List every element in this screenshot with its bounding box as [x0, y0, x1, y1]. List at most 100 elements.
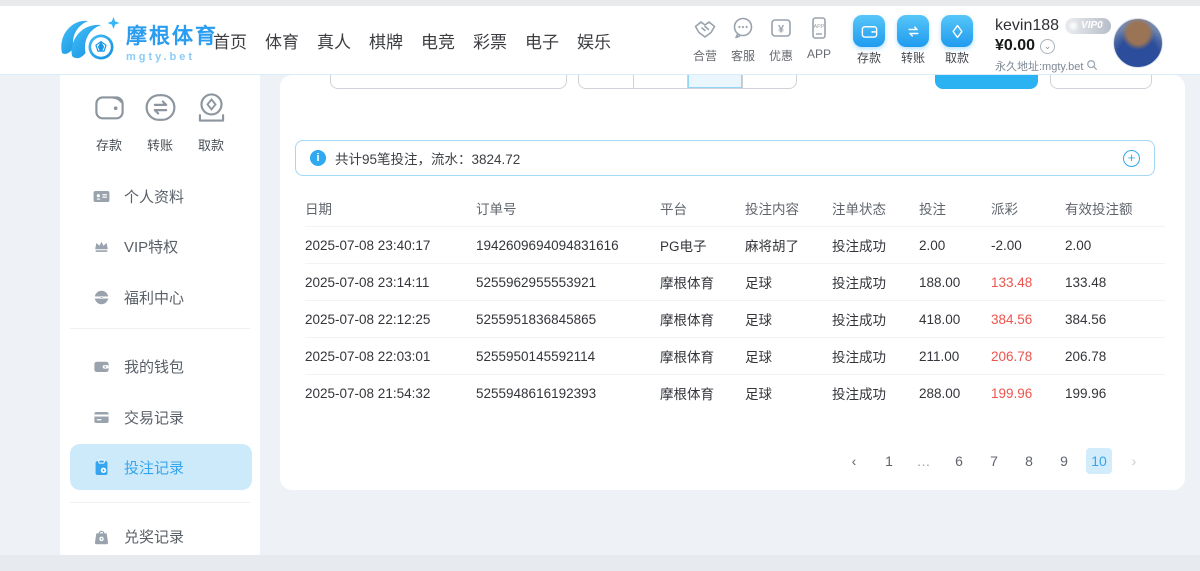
nav-item-home[interactable]: 首页 [213, 28, 247, 53]
sidebar-item-transactions[interactable]: 交易记录 [70, 395, 252, 439]
sidebar: 存款 转账 取款 个人资料 VIP特权 福利中心 [60, 75, 260, 571]
sidebar-item-wallet[interactable]: 我的钱包 [70, 344, 252, 388]
sidebar-item-welfare[interactable]: 福利中心 [70, 275, 252, 319]
header-secondary-actions: 合营 客服 ¥ 优惠 APP APP [688, 15, 836, 64]
sidebar-withdraw-button[interactable]: 取款 [188, 89, 234, 154]
pagination-page-7[interactable]: 7 [981, 448, 1007, 474]
transfer-icon [897, 15, 929, 47]
bet-records-panel: i 共计95笔投注，流水：3824.72 + 日期 订单号 平台 投注内容 注单… [280, 75, 1185, 490]
magnifier-icon[interactable] [1086, 59, 1098, 74]
cell-payout: -2.00 [991, 238, 1065, 253]
handshake-icon [692, 28, 718, 45]
promotions-button[interactable]: ¥ 优惠 [764, 15, 798, 64]
sidebar-item-label: 福利中心 [124, 287, 184, 308]
pagination-page-1[interactable]: 1 [876, 448, 902, 474]
partnership-button[interactable]: 合营 [688, 15, 722, 64]
table-row: 2025-07-08 22:03:01 5255950145592114 摩根体… [305, 337, 1165, 374]
user-avatar[interactable] [1113, 18, 1163, 68]
header: 摩根体育 mgty.bet 首页 体育 真人 棋牌 电竞 彩票 电子 娱乐 合营… [0, 6, 1200, 75]
brand-logo-icon [56, 13, 122, 70]
sidebar-item-label: 交易记录 [124, 407, 184, 428]
brand-name: 摩根体育 [126, 20, 218, 50]
sidebar-item-vip[interactable]: VIP特权 [70, 224, 252, 268]
pagination-prev[interactable]: ‹ [841, 448, 867, 474]
cell-date: 2025-07-08 22:12:25 [305, 312, 476, 327]
sidebar-item-profile[interactable]: 个人资料 [70, 174, 252, 218]
transfer-icon [142, 113, 179, 130]
nav-item-lottery[interactable]: 彩票 [473, 28, 507, 53]
table-row: 2025-07-08 21:54:32 5255948616192393 摩根体… [305, 374, 1165, 411]
col-bet-content: 投注内容 [745, 198, 832, 218]
date-shortcut-4[interactable] [742, 75, 797, 88]
reset-button[interactable] [1050, 75, 1152, 89]
nav-item-esports[interactable]: 电竞 [421, 28, 455, 53]
wallet-icon [853, 15, 885, 47]
id-card-icon [92, 187, 111, 206]
col-bet-amount: 投注 [919, 198, 991, 218]
sidebar-item-prize-records[interactable]: 兑奖记录 [70, 514, 252, 558]
cell-date: 2025-07-08 23:40:17 [305, 238, 476, 253]
pagination-page-10-active[interactable]: 10 [1086, 448, 1112, 474]
gift-bag-icon [92, 527, 111, 546]
customer-service-button[interactable]: 客服 [726, 15, 760, 64]
date-shortcut-3-selected[interactable] [687, 75, 742, 88]
brand-logo[interactable]: 摩根体育 mgty.bet [56, 13, 218, 70]
cell-bet-content: 足球 [745, 346, 832, 366]
date-range-input[interactable] [330, 75, 567, 89]
page-bottom-strip [0, 555, 1200, 571]
cell-valid-amount: 199.96 [1065, 386, 1165, 401]
cell-order-no: 5255948616192393 [476, 386, 660, 401]
permanent-address: 永久地址:mgty.bet [995, 58, 1083, 74]
app-download-button[interactable]: APP APP [802, 15, 836, 64]
pagination-page-9[interactable]: 9 [1051, 448, 1077, 474]
pagination-ellipsis[interactable]: … [911, 448, 937, 474]
cell-valid-amount: 206.78 [1065, 349, 1165, 364]
cell-order-no: 5255950145592114 [476, 349, 660, 364]
cell-valid-amount: 133.48 [1065, 275, 1165, 290]
sidebar-item-label: VIP特权 [124, 236, 178, 257]
summary-text: 共计95笔投注，流水：3824.72 [335, 148, 520, 168]
cell-bet-amount: 288.00 [919, 386, 991, 401]
balance-dropdown-icon[interactable]: ⌄ [1040, 39, 1055, 54]
date-shortcut-2[interactable] [633, 75, 688, 88]
sidebar-quick-actions: 存款 转账 取款 [60, 75, 260, 154]
sidebar-transfer-button[interactable]: 转账 [137, 89, 183, 154]
cell-status: 投注成功 [832, 309, 919, 329]
col-status: 注单状态 [832, 198, 919, 218]
page-top-strip [0, 0, 1200, 6]
header-primary-actions: 存款 转账 取款 [852, 15, 974, 66]
cell-valid-amount: 384.56 [1065, 312, 1165, 327]
nav-item-slots[interactable]: 电子 [525, 28, 559, 53]
svg-text:APP: APP [813, 24, 824, 30]
col-payout: 派彩 [991, 198, 1065, 218]
vip-badge[interactable]: VIP0 [1065, 18, 1111, 34]
search-button[interactable] [935, 75, 1038, 89]
sidebar-deposit-button[interactable]: 存款 [86, 89, 132, 154]
withdraw-button[interactable]: 取款 [940, 15, 974, 66]
expand-plus-icon[interactable]: + [1123, 150, 1140, 167]
sidebar-item-bet-records[interactable]: 投注记录 [70, 444, 252, 490]
clipboard-icon [92, 458, 111, 477]
user-info: kevin188 VIP0 ¥0.00 ⌄ 永久地址:mgty.bet [995, 17, 1111, 74]
nav-item-cards[interactable]: 棋牌 [369, 28, 403, 53]
pagination-page-6[interactable]: 6 [946, 448, 972, 474]
pagination-page-8[interactable]: 8 [1016, 448, 1042, 474]
col-date: 日期 [305, 198, 476, 218]
nav-item-entertainment[interactable]: 娱乐 [577, 28, 611, 53]
nav-item-live[interactable]: 真人 [317, 28, 351, 53]
transfer-button[interactable]: 转账 [896, 15, 930, 66]
sidebar-divider [70, 502, 250, 503]
cell-valid-amount: 2.00 [1065, 238, 1165, 253]
nav-item-sports[interactable]: 体育 [265, 28, 299, 53]
cell-date: 2025-07-08 23:14:11 [305, 275, 476, 290]
cell-order-no: 1942609694094831616 [476, 238, 660, 253]
pagination-next[interactable]: › [1121, 448, 1147, 474]
date-shortcut-1[interactable] [579, 75, 633, 88]
cell-payout: 384.56 [991, 312, 1065, 327]
cell-date: 2025-07-08 22:03:01 [305, 349, 476, 364]
bank-card-icon [92, 408, 111, 427]
cell-bet-amount: 211.00 [919, 349, 991, 364]
deposit-button[interactable]: 存款 [852, 15, 886, 66]
cell-order-no: 5255951836845865 [476, 312, 660, 327]
crown-icon [92, 237, 111, 256]
